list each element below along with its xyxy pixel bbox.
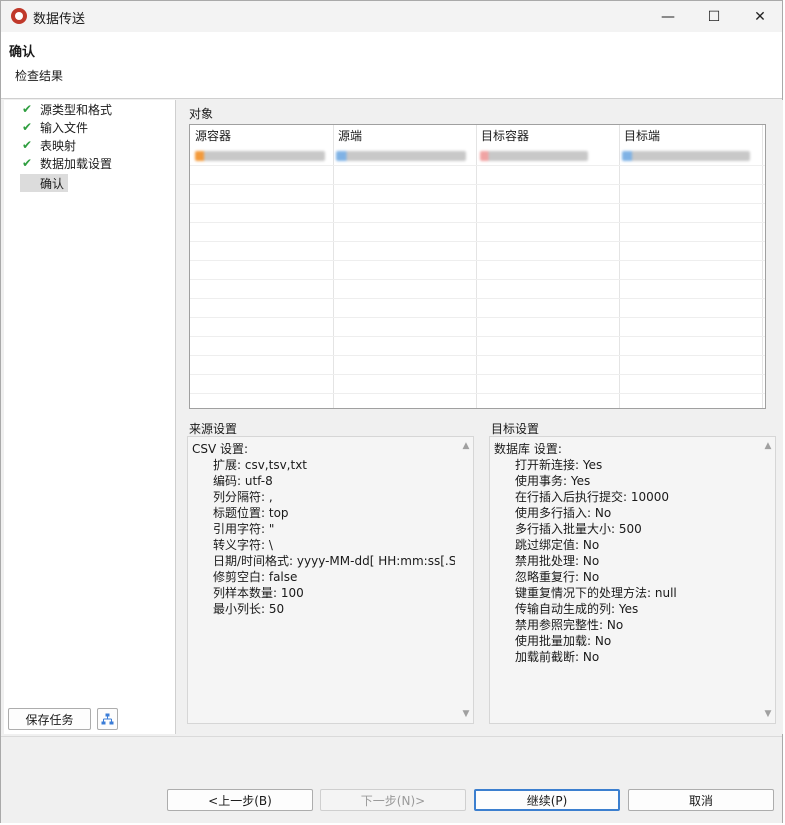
step-label: 输入文件 [40, 120, 89, 135]
target-setting-line: 加载前截断: No [515, 650, 600, 664]
scroll-up-icon[interactable]: ▲ [763, 441, 773, 451]
row-divider [190, 298, 765, 299]
target-setting-line: 禁用参照完整性: No [515, 618, 624, 632]
target-settings-heading: 数据库 设置: [494, 442, 562, 456]
back-button[interactable]: <上一步(B) [167, 789, 313, 811]
target-setting-line: 跳过绑定值: No [515, 538, 600, 552]
blurred-cell [480, 151, 588, 161]
source-setting-line: 引用字符: " [213, 522, 275, 536]
source-settings-heading: CSV 设置: [192, 442, 249, 456]
step-source-type[interactable]: ✔ 源类型和格式 [4, 100, 112, 118]
step-load-settings[interactable]: ✔ 数据加载设置 [4, 154, 112, 172]
page-subtitle: 检查结果 [15, 69, 64, 83]
source-setting-line: 扩展: csv,tsv,txt [213, 458, 308, 472]
column-header-source[interactable]: 源端 [333, 125, 476, 147]
scroll-down-icon[interactable]: ▼ [461, 709, 471, 719]
wizard-steps-sidebar: ✔ 源类型和格式 ✔ 输入文件 ✔ 表映射 ✔ 数据加载设置 确认 保存任务 [4, 100, 176, 734]
cancel-button[interactable]: 取消 [628, 789, 774, 811]
row-divider [190, 241, 765, 242]
source-settings-label: 来源设置 [189, 422, 238, 436]
target-setting-line: 忽略重复行: No [515, 570, 600, 584]
source-settings-panel[interactable]: CSV 设置: 扩展: csv,tsv,txt 编码: utf-8 列分隔符: … [187, 436, 474, 724]
source-setting-line: 最小列长: 50 [213, 602, 285, 616]
window-title: 数据传送 [33, 12, 86, 27]
title-bar: 数据传送 — ☐ ✕ [1, 1, 782, 32]
check-icon: ✔ [22, 120, 33, 134]
source-setting-line: 标题位置: top [213, 506, 289, 520]
blurred-cell [336, 151, 466, 161]
step-input-files[interactable]: ✔ 输入文件 [4, 118, 88, 136]
check-icon: ✔ [22, 138, 33, 152]
target-setting-line: 禁用批处理: No [515, 554, 600, 568]
step-table-mapping[interactable]: ✔ 表映射 [4, 136, 76, 154]
column-divider [476, 125, 477, 408]
column-header-target-container[interactable]: 目标容器 [476, 125, 619, 147]
target-setting-line: 多行插入批量大小: 500 [515, 522, 642, 536]
app-logo-icon [11, 8, 27, 24]
check-icon: ✔ [22, 102, 33, 116]
source-setting-line: 列样本数量: 100 [213, 586, 304, 600]
target-settings-panel[interactable]: 数据库 设置: 打开新连接: Yes 使用事务: Yes 在行插入后执行提交: … [489, 436, 776, 724]
check-icon: ✔ [22, 156, 33, 170]
scroll-down-icon[interactable]: ▼ [763, 709, 773, 719]
column-divider [762, 125, 763, 408]
objects-table[interactable]: 源容器 源端 目标容器 目标端 [189, 124, 766, 409]
target-settings-label: 目标设置 [491, 422, 540, 436]
row-divider [190, 165, 765, 166]
row-divider [190, 222, 765, 223]
task-tree-button[interactable] [97, 708, 118, 730]
row-divider [190, 336, 765, 337]
source-setting-line: 列分隔符: , [213, 490, 273, 504]
source-setting-line: 转义字符: \ [213, 538, 273, 552]
page-title: 确认 [9, 45, 36, 60]
dialog-footer: <上一步(B) 下一步(N)> 继续(P) 取消 [1, 736, 782, 823]
save-task-button[interactable]: 保存任务 [8, 708, 91, 730]
step-confirm[interactable]: 确认 [20, 174, 69, 192]
step-label: 确认 [40, 176, 65, 191]
source-setting-line: 日期/时间格式: yyyy-MM-dd[ HH:mm:ss[.S [213, 554, 455, 568]
objects-label: 对象 [189, 107, 214, 121]
blurred-cell [622, 151, 750, 161]
column-divider [619, 125, 620, 408]
column-header-target[interactable]: 目标端 [619, 125, 762, 147]
step-label: 源类型和格式 [40, 102, 113, 117]
row-divider [190, 279, 765, 280]
blurred-cell [195, 151, 325, 161]
maximize-button[interactable]: ☐ [691, 1, 737, 32]
row-divider [190, 184, 765, 185]
column-header-source-container[interactable]: 源容器 [190, 125, 333, 147]
step-label: 数据加载设置 [40, 156, 113, 171]
page-header: 确认 检查结果 [1, 32, 782, 99]
source-setting-line: 编码: utf-8 [213, 474, 273, 488]
main-panel: 对象 源容器 源端 目标容器 目标端 来源设置 CSV 设置: 扩展: csv,… [177, 100, 783, 734]
row-divider [190, 260, 765, 261]
step-label: 表映射 [40, 138, 77, 153]
close-button[interactable]: ✕ [737, 1, 783, 32]
target-setting-line: 使用多行插入: No [515, 506, 612, 520]
target-setting-line: 打开新连接: Yes [515, 458, 603, 472]
target-setting-line: 传输自动生成的列: Yes [515, 602, 639, 616]
row-divider [190, 317, 765, 318]
next-button[interactable]: 下一步(N)> [320, 789, 466, 811]
continue-button[interactable]: 继续(P) [474, 789, 620, 811]
source-setting-line: 修剪空白: false [213, 570, 298, 584]
tree-icon [101, 713, 114, 725]
scroll-up-icon[interactable]: ▲ [461, 441, 471, 451]
target-setting-line: 使用批量加载: No [515, 634, 612, 648]
target-setting-line: 使用事务: Yes [515, 474, 591, 488]
row-divider [190, 374, 765, 375]
target-setting-line: 在行插入后执行提交: 10000 [515, 490, 670, 504]
target-setting-line: 键重复情况下的处理方法: null [515, 586, 677, 600]
row-divider [190, 393, 765, 394]
row-divider [190, 203, 765, 204]
row-divider [190, 355, 765, 356]
minimize-button[interactable]: — [645, 1, 691, 32]
dialog-window: 数据传送 — ☐ ✕ 确认 检查结果 ✔ 源类型和格式 ✔ 输入文件 ✔ 表映射… [0, 0, 783, 823]
column-divider [333, 125, 334, 408]
